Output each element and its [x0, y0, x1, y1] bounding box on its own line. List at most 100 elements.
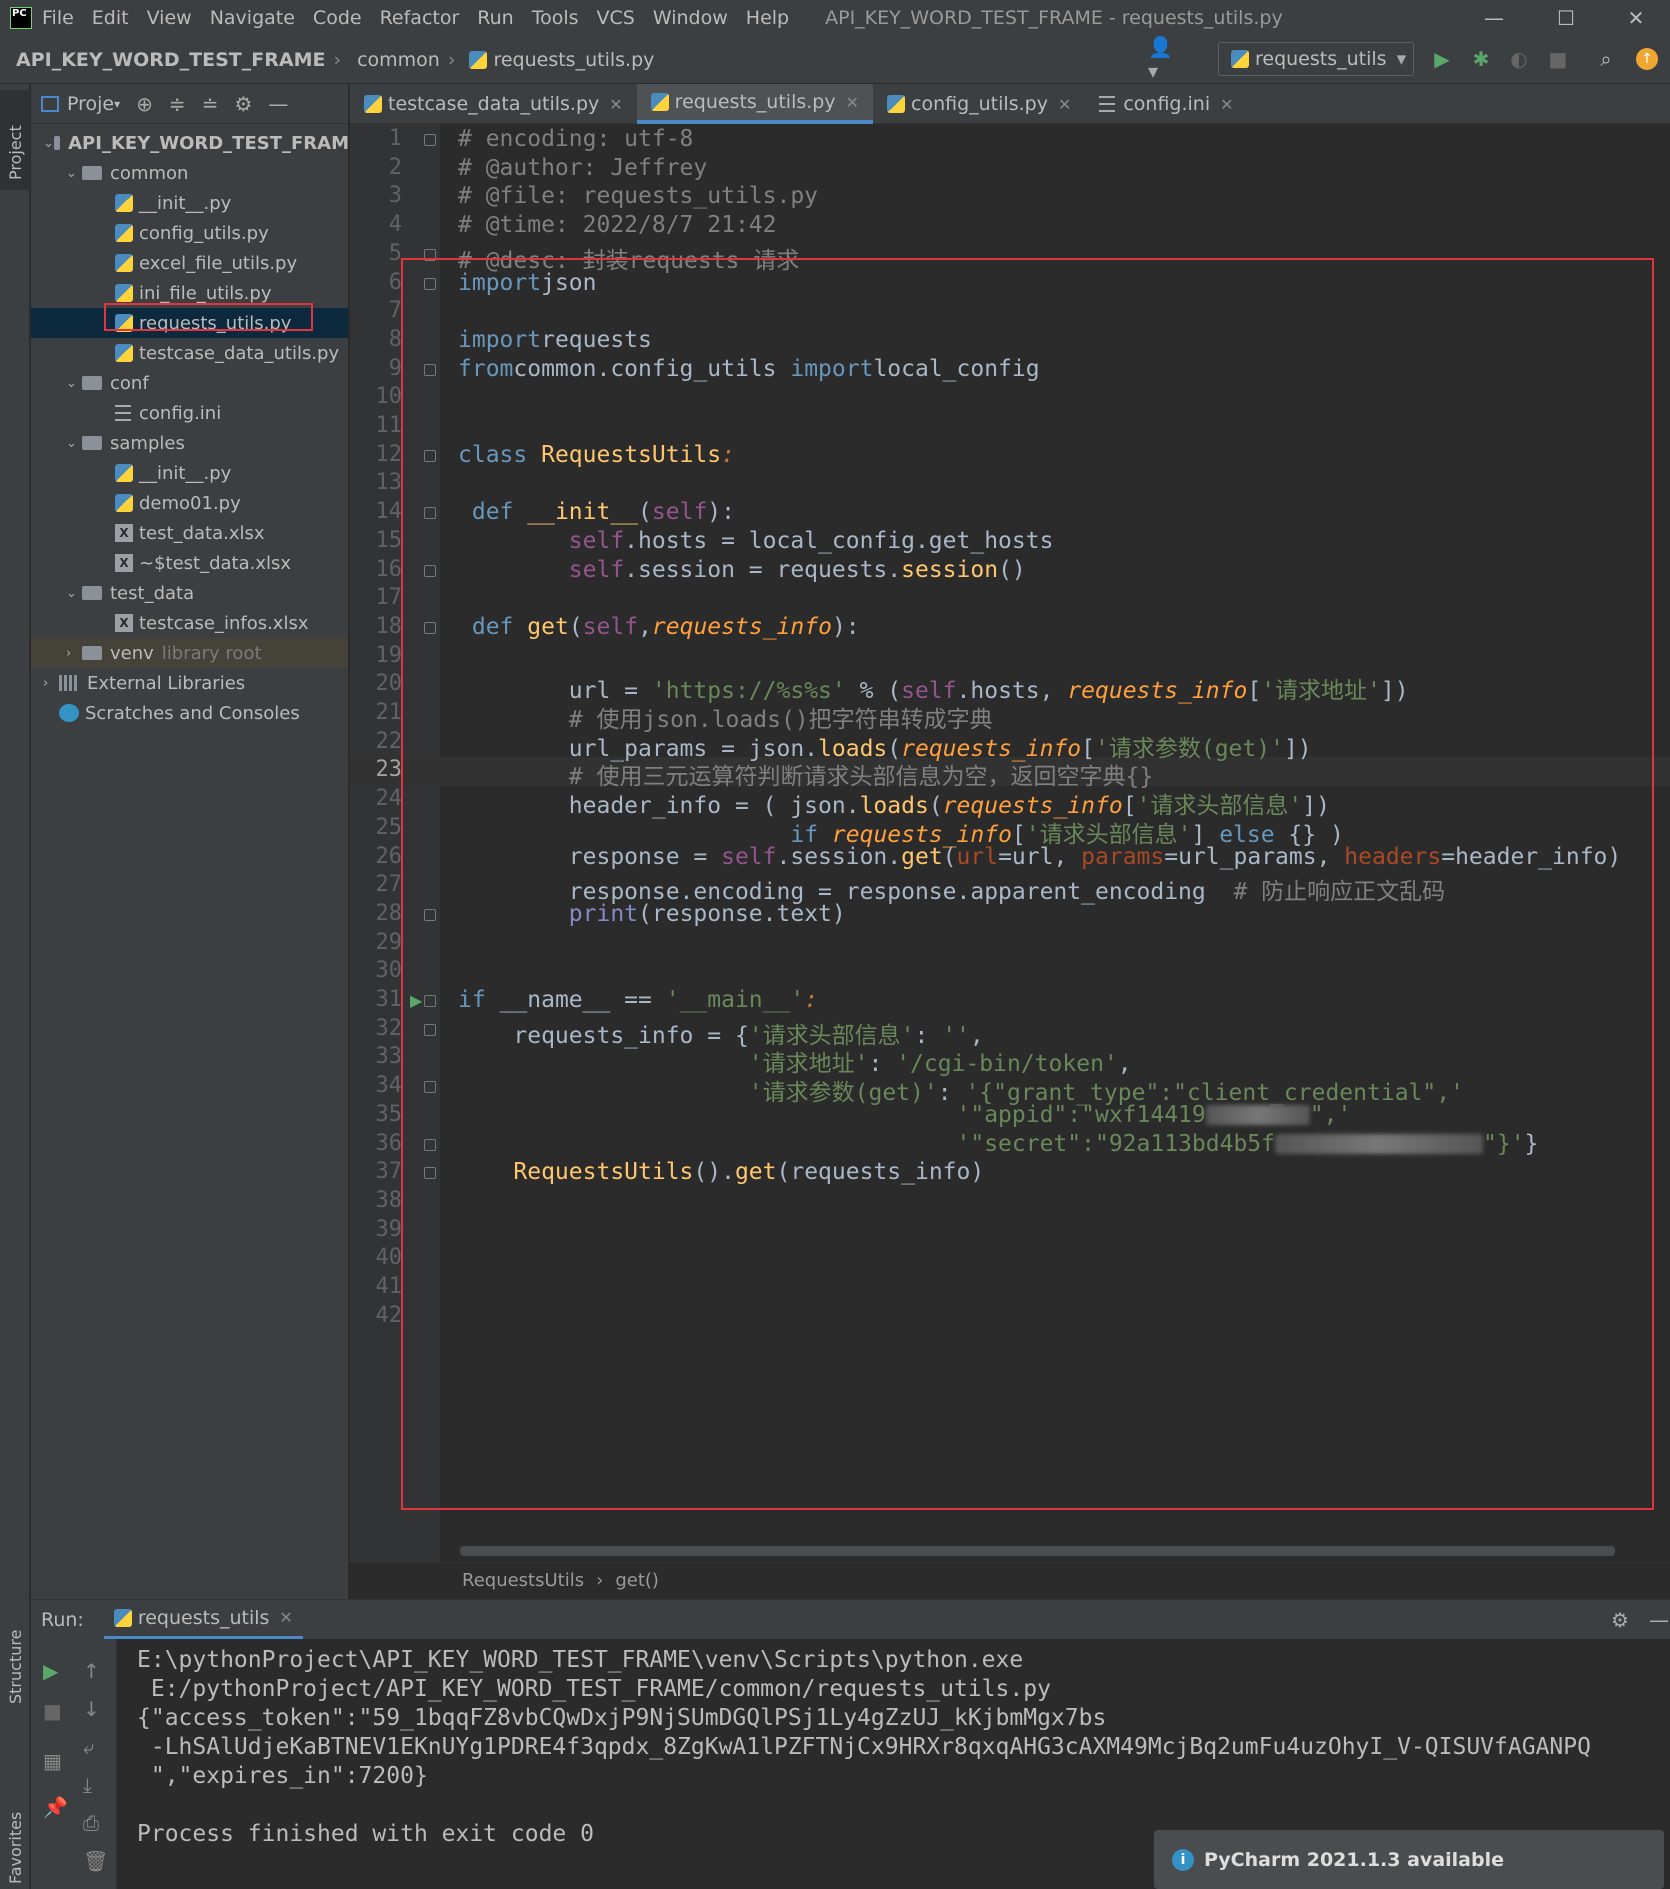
- editor-tab[interactable]: config_utils.py ✕: [873, 84, 1085, 124]
- search-icon[interactable]: ⌕: [1591, 44, 1621, 74]
- locate-icon[interactable]: ⊕: [136, 92, 153, 116]
- gear-icon[interactable]: ⚙: [1611, 1608, 1629, 1632]
- fold-marker-icon[interactable]: [424, 1081, 436, 1094]
- maximize-icon[interactable]: ☐: [1536, 0, 1596, 36]
- tree-item[interactable]: __init__.py: [31, 458, 348, 488]
- fold-marker-icon[interactable]: [424, 248, 436, 261]
- menu-code[interactable]: Code: [313, 7, 362, 29]
- tree-item[interactable]: ⌄ test_data: [31, 578, 348, 608]
- fold-marker-icon[interactable]: [424, 621, 436, 634]
- structure-tool-label[interactable]: Structure: [6, 1630, 25, 1704]
- tree-item[interactable]: demo01.py: [31, 488, 348, 518]
- code-editor[interactable]: ⚠ 6 ✓ 2 ⌃ ⌄ # encoding: utf-8# @author: …: [440, 124, 1670, 1562]
- soft-wrap-icon[interactable]: ⤶: [83, 1735, 94, 1759]
- arrow-down-icon[interactable]: ↓: [83, 1697, 100, 1721]
- tree-item[interactable]: config.ini: [31, 398, 348, 428]
- close-icon[interactable]: ✕: [279, 1608, 292, 1627]
- editor-tab[interactable]: config.ini ✕: [1085, 84, 1247, 124]
- tree-item[interactable]: excel_file_utils.py: [31, 248, 348, 278]
- fold-marker-icon[interactable]: [424, 363, 436, 376]
- stop-icon[interactable]: ■: [1543, 44, 1573, 74]
- tree-item[interactable]: __init__.py: [31, 188, 348, 218]
- close-icon[interactable]: ✕: [609, 95, 622, 114]
- tree-item[interactable]: X ~$test_data.xlsx: [31, 548, 348, 578]
- stop-icon[interactable]: ■: [43, 1699, 62, 1723]
- editor-tab[interactable]: requests_utils.py ✕: [636, 84, 873, 124]
- chevron-right-icon[interactable]: ›: [66, 646, 82, 661]
- fold-marker-icon[interactable]: [424, 449, 436, 462]
- run-configuration-select[interactable]: requests_utils ▾: [1218, 42, 1414, 76]
- arrow-up-icon[interactable]: ↑: [83, 1659, 100, 1683]
- fold-marker-icon[interactable]: [424, 507, 436, 520]
- menu-run[interactable]: Run: [477, 7, 513, 29]
- tree-item[interactable]: ⌄ common: [31, 158, 348, 188]
- close-icon[interactable]: ✕: [1606, 0, 1666, 36]
- menu-navigate[interactable]: Navigate: [210, 7, 295, 29]
- close-icon[interactable]: ✕: [846, 93, 859, 112]
- hide-icon[interactable]: —: [268, 92, 288, 116]
- fold-marker-icon[interactable]: [424, 277, 436, 290]
- menu-refactor[interactable]: Refactor: [380, 7, 460, 29]
- fold-marker-icon[interactable]: [424, 1167, 436, 1180]
- favorites-tool-label[interactable]: Favorites: [6, 1812, 25, 1884]
- menu-view[interactable]: View: [147, 7, 192, 29]
- minimize-icon[interactable]: —: [1464, 0, 1524, 36]
- menu-window[interactable]: Window: [653, 7, 728, 29]
- layout-icon[interactable]: ▦: [43, 1749, 62, 1773]
- debug-icon[interactable]: ✱: [1466, 44, 1496, 74]
- fold-marker-icon[interactable]: [424, 134, 436, 146]
- menu-vcs[interactable]: VCS: [597, 7, 635, 29]
- pin-icon[interactable]: 📌: [43, 1795, 68, 1819]
- chevron-right-icon[interactable]: ›: [43, 676, 59, 691]
- tree-item[interactable]: Xtestcase_infos.xlsx: [31, 608, 348, 638]
- fold-marker-icon[interactable]: [424, 564, 436, 577]
- breadcrumb-class[interactable]: RequestsUtils: [462, 1570, 584, 1591]
- chevron-down-icon[interactable]: ⌄: [66, 166, 82, 181]
- update-icon[interactable]: ↑: [1632, 44, 1662, 74]
- coverage-icon[interactable]: ◐: [1504, 44, 1534, 74]
- update-notification[interactable]: i PyCharm 2021.1.3 available: [1154, 1830, 1664, 1889]
- horizontal-scrollbar[interactable]: [460, 1546, 1615, 1556]
- chevron-down-icon[interactable]: ⌄: [43, 136, 54, 151]
- fold-marker-icon[interactable]: [424, 1138, 436, 1151]
- fold-marker-icon[interactable]: [424, 995, 436, 1007]
- chevron-down-icon[interactable]: ⌄: [66, 376, 82, 391]
- run-icon[interactable]: ▶: [1427, 44, 1457, 74]
- close-icon[interactable]: ✕: [1220, 95, 1233, 114]
- tree-item[interactable]: ⌄ samples: [31, 428, 348, 458]
- run-gutter-icon[interactable]: ▶: [410, 991, 422, 1010]
- fold-marker-icon[interactable]: [424, 908, 436, 921]
- breadcrumb-file[interactable]: requests_utils.py: [493, 49, 654, 71]
- rerun-icon[interactable]: ▶: [43, 1659, 58, 1683]
- trash-icon[interactable]: 🗑: [83, 1849, 108, 1873]
- chevron-down-icon[interactable]: ⌄: [66, 436, 82, 451]
- tree-item[interactable]: › External Libraries: [31, 668, 348, 698]
- print-icon[interactable]: ⎙: [83, 1811, 99, 1835]
- fold-marker-icon[interactable]: [424, 1023, 436, 1036]
- tree-item[interactable]: ⌄ conf: [31, 368, 348, 398]
- gear-icon[interactable]: ⚙: [234, 92, 252, 116]
- editor-tab[interactable]: testcase_data_utils.py ✕: [350, 84, 637, 124]
- menu-help[interactable]: Help: [746, 7, 789, 29]
- expand-all-icon[interactable]: ≑: [169, 92, 186, 116]
- project-view-select[interactable]: Proje: [67, 93, 114, 115]
- breadcrumb-method[interactable]: get(): [615, 1570, 659, 1591]
- run-tab[interactable]: requests_utils ✕: [103, 1600, 303, 1640]
- user-icon[interactable]: 👤▾: [1148, 35, 1178, 83]
- scroll-to-end-icon[interactable]: ⤓: [83, 1773, 92, 1797]
- chevron-down-icon[interactable]: ⌄: [66, 586, 82, 601]
- breadcrumb-folder[interactable]: common: [357, 49, 440, 71]
- tree-item[interactable]: › venv library root: [31, 638, 348, 668]
- tree-item[interactable]: testcase_data_utils.py: [31, 338, 348, 368]
- tree-item[interactable]: config_utils.py: [31, 218, 348, 248]
- breadcrumb-project[interactable]: API_KEY_WORD_TEST_FRAME: [16, 49, 325, 71]
- tree-item[interactable]: Xtest_data.xlsx: [31, 518, 348, 548]
- tree-item[interactable]: Scratches and Consoles: [31, 698, 348, 728]
- chevron-down-icon[interactable]: ▾: [114, 97, 120, 111]
- menu-tools[interactable]: Tools: [532, 7, 579, 29]
- close-icon[interactable]: ✕: [1058, 95, 1071, 114]
- collapse-all-icon[interactable]: ≐: [202, 92, 219, 116]
- menu-file[interactable]: File: [42, 7, 74, 29]
- menu-edit[interactable]: Edit: [92, 7, 129, 29]
- hide-icon[interactable]: —: [1649, 1608, 1669, 1632]
